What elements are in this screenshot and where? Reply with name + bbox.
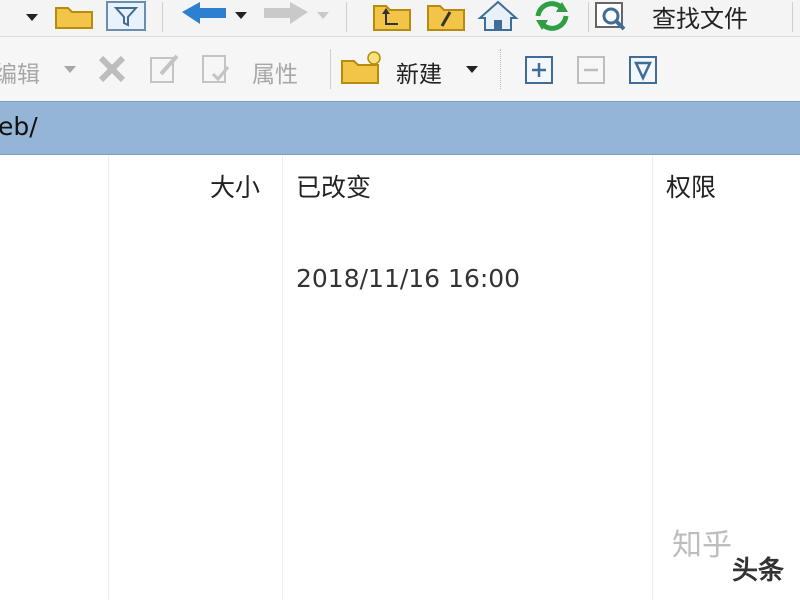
zhihu-watermark: 知乎	[672, 528, 732, 563]
properties-icon[interactable]	[196, 51, 236, 87]
root-folder-icon[interactable]	[424, 0, 468, 32]
column-header-size[interactable]: 大小	[210, 168, 260, 204]
edit-button[interactable]: 编辑	[0, 55, 40, 89]
find-files-label: 查找文件	[652, 4, 748, 33]
forward-dropdown-arrow-icon[interactable]	[314, 6, 332, 26]
find-files-button[interactable]: 查找文件	[594, 0, 790, 33]
back-arrow-icon[interactable]	[176, 0, 230, 30]
expand-icon[interactable]	[520, 53, 558, 87]
new-dropdown-arrow-icon[interactable]	[462, 63, 482, 77]
rename-icon[interactable]	[144, 51, 184, 87]
main-toolbar: 查找文件	[0, 0, 800, 37]
current-path: eb/	[0, 112, 38, 141]
new-folder-icon[interactable]	[338, 49, 384, 87]
search-icon	[594, 1, 630, 31]
delete-icon[interactable]	[92, 51, 132, 87]
parent-folder-icon[interactable]	[370, 0, 414, 32]
properties-button[interactable]: 属性	[252, 55, 298, 89]
modified-cell: 2018/11/16 16:00	[296, 264, 521, 293]
new-button[interactable]: 新建	[396, 55, 442, 89]
refresh-icon[interactable]	[528, 0, 576, 32]
column-header-permissions[interactable]: 权限	[666, 168, 716, 204]
edit-dropdown-arrow-icon[interactable]	[60, 63, 80, 77]
filter-toggle-icon[interactable]	[624, 53, 662, 87]
dropdown-arrow-icon[interactable]	[24, 6, 40, 30]
filter-icon[interactable]	[104, 0, 148, 32]
actions-toolbar: 编辑 属性 新建	[0, 37, 800, 101]
path-bar[interactable]: eb/	[0, 101, 800, 155]
collapse-icon[interactable]	[572, 53, 610, 87]
home-icon[interactable]	[476, 0, 520, 32]
toutiao-watermark: 头条	[732, 556, 785, 586]
column-header-modified[interactable]: 已改变	[296, 168, 371, 204]
open-folder-icon[interactable]	[52, 0, 96, 30]
back-dropdown-arrow-icon[interactable]	[232, 6, 250, 26]
forward-arrow-icon[interactable]	[260, 0, 314, 30]
